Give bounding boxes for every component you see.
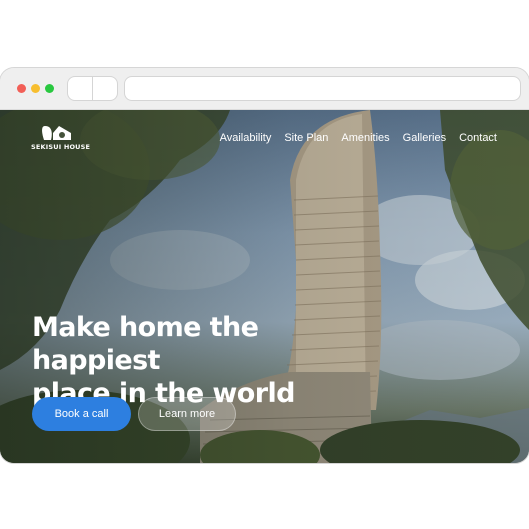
maximize-window-button[interactable]: [45, 84, 54, 93]
nav-galleries[interactable]: Galleries: [403, 132, 446, 144]
nav-divider: [92, 77, 93, 100]
address-bar[interactable]: [124, 76, 521, 101]
browser-window: SEKISUI HOUSE Availability Site Plan Ame…: [0, 68, 529, 463]
hero-section: SEKISUI HOUSE Availability Site Plan Ame…: [0, 110, 529, 463]
minimize-window-button[interactable]: [31, 84, 40, 93]
close-window-button[interactable]: [17, 84, 26, 93]
book-a-call-button[interactable]: Book a call: [32, 397, 131, 431]
main-navigation: Availability Site Plan Amenities Galleri…: [220, 132, 497, 144]
brand-name: SEKISUI HOUSE: [31, 143, 91, 151]
back-forward-buttons[interactable]: [67, 76, 118, 101]
nav-availability[interactable]: Availability: [220, 132, 272, 144]
nav-contact[interactable]: Contact: [459, 132, 497, 144]
nav-site-plan[interactable]: Site Plan: [284, 132, 328, 144]
nav-amenities[interactable]: Amenities: [341, 132, 389, 144]
learn-more-button[interactable]: Learn more: [138, 397, 236, 431]
browser-toolbar: [0, 68, 529, 110]
headline-line-1: Make home the happiest: [32, 312, 259, 376]
hero-headline: Make home the happiest place in the worl…: [32, 311, 392, 410]
